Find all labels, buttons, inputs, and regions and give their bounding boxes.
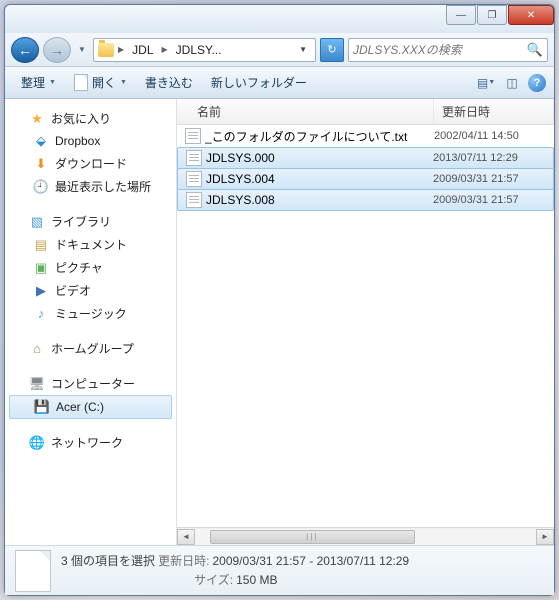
minimize-button[interactable]: — [446,5,476,25]
music-icon: ♪ [33,306,49,322]
breadcrumb[interactable]: JDLSY... [172,41,226,59]
selection-count: 3 個の項目を選択 [61,554,155,568]
status-bar: 3 個の項目を選択 更新日時: 2009/03/31 21:57 - 2013/… [5,545,554,595]
recent-icon: 🕘 [33,179,49,195]
explorer-window: — ❐ ✕ ← → ▼ ▶ JDL ▶ JDLSY... ▼ ↻ 🔍 整理▼ 開… [4,4,555,596]
close-button[interactable]: ✕ [508,5,554,25]
file-name: JDLSYS.008 [206,193,433,207]
homegroup[interactable]: ⌂ホームグループ [5,337,176,360]
size-label: サイズ: [194,573,233,587]
favorites-group[interactable]: ★お気に入り [5,107,176,130]
titlebar[interactable]: — ❐ ✕ [5,5,554,33]
refresh-button[interactable]: ↻ [320,38,344,62]
col-name[interactable]: 名前 [177,99,434,124]
preview-pane-button[interactable]: ◫ [502,73,522,93]
chevron-right-icon[interactable]: ▶ [118,45,124,54]
nav-cdrive[interactable]: 💾Acer (C:) [9,395,172,419]
new-folder-button[interactable]: 新しいフォルダー [203,70,315,95]
file-icon [186,192,202,208]
file-icon [185,128,201,144]
navbar: ← → ▼ ▶ JDL ▶ JDLSY... ▼ ↻ 🔍 [5,33,554,67]
file-icon [186,171,202,187]
file-name: JDLSYS.000 [206,151,433,165]
computer-icon: 🖥 [29,376,45,392]
file-name: _このフォルダのファイルについて.txt [205,128,434,145]
pictures-icon: ▣ [33,260,49,276]
selection-icon [15,550,51,592]
maximize-button[interactable]: ❐ [477,5,507,25]
address-bar[interactable]: ▶ JDL ▶ JDLSY... ▼ [93,38,316,62]
star-icon: ★ [29,111,45,127]
scroll-thumb[interactable]: ||| [210,530,415,544]
modified-label: 更新日時: [158,554,209,568]
search-icon[interactable]: 🔍 [527,42,543,58]
nav-pictures[interactable]: ▣ピクチャ [5,256,176,279]
horizontal-scrollbar[interactable]: ◄ ||| ► [177,527,554,545]
file-row[interactable]: JDLSYS.0082009/03/31 21:57 [177,189,554,211]
burn-button[interactable]: 書き込む [137,70,201,95]
computer-group[interactable]: 🖥コンピューター [5,372,176,395]
nav-downloads[interactable]: ⬇ダウンロード [5,152,176,175]
address-dropdown[interactable]: ▼ [295,45,311,54]
breadcrumb[interactable]: JDL [128,41,157,59]
file-name: JDLSYS.004 [206,172,433,186]
dropbox-icon: ⬙ [33,133,49,149]
file-date: 2002/04/11 14:50 [434,130,550,142]
file-date: 2009/03/31 21:57 [433,173,549,185]
documents-icon: ▤ [33,237,49,253]
status-info: 3 個の項目を選択 更新日時: 2009/03/31 21:57 - 2013/… [61,552,544,589]
file-row[interactable]: JDLSYS.0002013/07/11 12:29 [177,147,554,169]
nav-music[interactable]: ♪ミュージック [5,302,176,325]
folder-icon [98,43,114,57]
history-dropdown[interactable]: ▼ [75,37,89,63]
videos-icon: ▶ [33,283,49,299]
toolbar: 整理▼ 開く▼ 書き込む 新しいフォルダー ▤▼ ◫ ? [5,67,554,99]
forward-button[interactable]: → [43,37,71,63]
drive-icon: 💾 [34,399,50,415]
search-input[interactable] [353,43,527,57]
nav-dropbox[interactable]: ⬙Dropbox [5,130,176,152]
library-icon: ▧ [29,214,45,230]
scroll-left-button[interactable]: ◄ [177,529,195,545]
scroll-track[interactable]: ||| [195,529,536,545]
download-icon: ⬇ [33,156,49,172]
file-row[interactable]: _このフォルダのファイルについて.txt2002/04/11 14:50 [177,125,554,147]
back-button[interactable]: ← [11,37,39,63]
file-row[interactable]: JDLSYS.0042009/03/31 21:57 [177,168,554,190]
file-date: 2013/07/11 12:29 [433,152,549,164]
network-group[interactable]: 🌐ネットワーク [5,431,176,454]
modified-value: 2009/03/31 21:57 - 2013/07/11 12:29 [212,554,409,568]
document-icon [74,74,88,91]
nav-documents[interactable]: ▤ドキュメント [5,233,176,256]
organize-menu[interactable]: 整理▼ [13,70,64,95]
file-date: 2009/03/31 21:57 [433,194,549,206]
scroll-right-button[interactable]: ► [536,529,554,545]
navigation-pane: ★お気に入り ⬙Dropbox ⬇ダウンロード 🕘最近表示した場所 ▧ライブラリ… [5,99,177,545]
search-box[interactable]: 🔍 [348,38,548,62]
libraries-group[interactable]: ▧ライブラリ [5,210,176,233]
view-options-button[interactable]: ▤▼ [476,73,496,93]
nav-videos[interactable]: ▶ビデオ [5,279,176,302]
file-icon [186,150,202,166]
file-rows: _このフォルダのファイルについて.txt2002/04/11 14:50JDLS… [177,125,554,527]
chevron-right-icon[interactable]: ▶ [162,45,168,54]
col-date[interactable]: 更新日時 [434,99,554,124]
file-list-pane: 名前 更新日時 _このフォルダのファイルについて.txt2002/04/11 1… [177,99,554,545]
nav-recent[interactable]: 🕘最近表示した場所 [5,175,176,198]
column-headers: 名前 更新日時 [177,99,554,125]
homegroup-icon: ⌂ [29,341,45,357]
size-value: 150 MB [236,573,277,587]
network-icon: 🌐 [29,435,45,451]
open-button[interactable]: 開く▼ [66,70,135,95]
help-button[interactable]: ? [528,74,546,92]
